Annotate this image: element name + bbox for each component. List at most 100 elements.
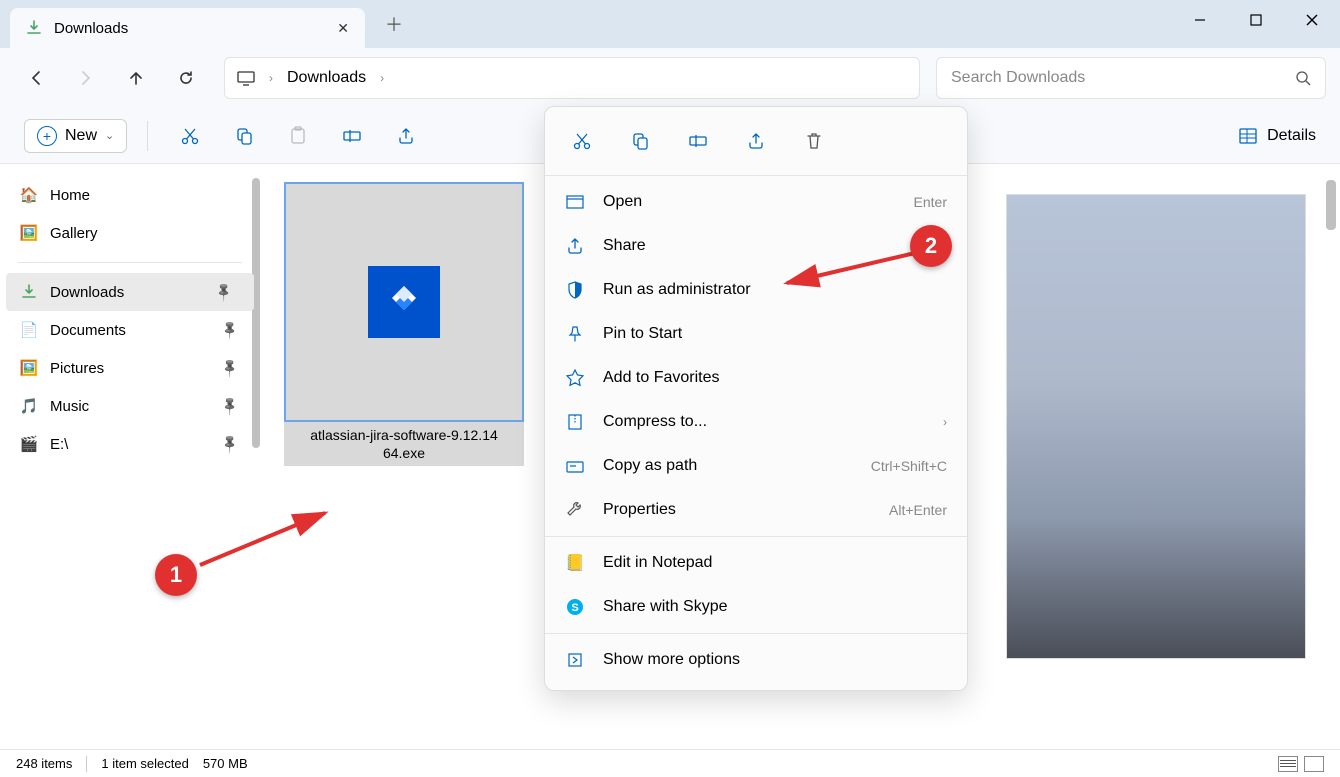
refresh-button[interactable] <box>164 56 208 100</box>
file-name: atlassian-jira-software-9.12.14 64.exe <box>284 422 524 466</box>
sidebar-item-music[interactable]: 🎵 Music <box>0 387 260 425</box>
cut-button[interactable] <box>168 116 212 156</box>
details-view-button[interactable]: Details <box>1239 127 1316 145</box>
pictures-icon: 🖼️ <box>20 359 38 377</box>
view-grid-button[interactable] <box>1304 756 1324 772</box>
breadcrumb-location[interactable]: Downloads <box>287 69 366 87</box>
status-items: 248 items <box>16 756 72 771</box>
preview-pane <box>1006 194 1306 659</box>
chevron-right-icon: › <box>269 71 273 85</box>
window-controls <box>1172 0 1340 40</box>
ctx-share[interactable]: Share <box>545 224 967 268</box>
share-button[interactable] <box>384 116 428 156</box>
up-button[interactable] <box>114 56 158 100</box>
ctx-notepad[interactable]: 📒 Edit in Notepad <box>545 541 967 585</box>
ctx-skype[interactable]: S Share with Skype <box>545 585 967 629</box>
copy-button[interactable] <box>222 116 266 156</box>
documents-icon: 📄 <box>20 321 38 339</box>
ctx-label: Edit in Notepad <box>603 554 712 572</box>
tab-downloads[interactable]: Downloads ✕ <box>10 8 365 48</box>
sidebar-item-pictures[interactable]: 🖼️ Pictures <box>0 349 260 387</box>
ctx-label: Pin to Start <box>603 325 682 343</box>
download-icon <box>26 20 42 36</box>
ctx-compress[interactable]: Compress to... › <box>545 400 967 444</box>
plus-icon: + <box>37 126 57 146</box>
sidebar-item-downloads[interactable]: Downloads <box>6 273 254 311</box>
sidebar-label: E:\ <box>50 436 68 453</box>
ctx-rename-button[interactable] <box>679 125 717 157</box>
ctx-copy-path[interactable]: Copy as path Ctrl+Shift+C <box>545 444 967 488</box>
sidebar-item-gallery[interactable]: 🖼️ Gallery <box>0 214 260 252</box>
ctx-more-options[interactable]: Show more options <box>545 638 967 682</box>
search-input[interactable]: Search Downloads <box>936 57 1326 99</box>
paste-button[interactable] <box>276 116 320 156</box>
ctx-label: Properties <box>603 501 676 519</box>
ctx-run-admin[interactable]: Run as administrator <box>545 268 967 312</box>
jira-icon <box>368 266 440 338</box>
details-icon <box>1239 128 1257 144</box>
ctx-cut-button[interactable] <box>563 125 601 157</box>
sidebar-item-home[interactable]: 🏠 Home <box>0 176 260 214</box>
maximize-button[interactable] <box>1228 0 1284 40</box>
status-bar: 248 items 1 item selected 570 MB <box>0 749 1340 777</box>
svg-text:S: S <box>571 602 578 614</box>
annotation-badge-1: 1 <box>155 554 197 596</box>
sidebar-label: Downloads <box>50 284 124 301</box>
sidebar-item-edrive[interactable]: 🎬 E:\ <box>0 425 260 463</box>
context-toolbar <box>545 115 967 171</box>
ctx-delete-button[interactable] <box>795 125 833 157</box>
chevron-down-icon: ⌄ <box>105 129 114 142</box>
tab-close-button[interactable]: ✕ <box>337 20 349 37</box>
copypath-icon <box>565 456 585 476</box>
ctx-label: Open <box>603 193 642 211</box>
chevron-right-icon: › <box>943 415 947 429</box>
annotation-badge-2: 2 <box>910 225 952 267</box>
tab-title: Downloads <box>54 20 325 37</box>
search-placeholder: Search Downloads <box>951 69 1085 87</box>
details-label: Details <box>1267 127 1316 145</box>
ctx-label: Compress to... <box>603 413 707 431</box>
music-icon: 🎵 <box>20 397 38 415</box>
ctx-properties[interactable]: Properties Alt+Enter <box>545 488 967 532</box>
titlebar: Downloads ✕ ＋ <box>0 0 1340 48</box>
pc-icon <box>237 70 255 86</box>
ctx-shortcut: Alt+Enter <box>889 502 947 518</box>
download-icon <box>20 283 38 301</box>
forward-button[interactable] <box>64 56 108 100</box>
ctx-favorites[interactable]: Add to Favorites <box>545 356 967 400</box>
close-button[interactable] <box>1284 0 1340 40</box>
chevron-right-icon: › <box>380 71 384 85</box>
ctx-label: Show more options <box>603 651 740 669</box>
pin-icon <box>565 324 585 344</box>
more-icon <box>565 650 585 670</box>
ctx-open[interactable]: Open Enter <box>545 180 967 224</box>
rename-button[interactable] <box>330 116 374 156</box>
back-button[interactable] <box>14 56 58 100</box>
content-scrollbar[interactable] <box>1326 180 1336 230</box>
ctx-label: Share with Skype <box>603 598 728 616</box>
new-button[interactable]: + New ⌄ <box>24 119 127 153</box>
ctx-copy-button[interactable] <box>621 125 659 157</box>
open-icon <box>565 192 585 212</box>
ctx-label: Run as administrator <box>603 281 751 299</box>
home-icon: 🏠 <box>20 186 38 204</box>
new-tab-button[interactable]: ＋ <box>385 11 403 37</box>
ctx-shortcut: Enter <box>914 194 947 210</box>
sidebar-item-documents[interactable]: 📄 Documents <box>0 311 260 349</box>
file-thumbnail <box>284 182 524 422</box>
search-icon <box>1295 70 1311 86</box>
file-item[interactable]: atlassian-jira-software-9.12.14 64.exe <box>284 182 524 466</box>
sidebar-label: Pictures <box>50 360 104 377</box>
address-bar[interactable]: › Downloads › <box>224 57 920 99</box>
view-list-button[interactable] <box>1278 756 1298 772</box>
ctx-pin-start[interactable]: Pin to Start <box>545 312 967 356</box>
ctx-share-button[interactable] <box>737 125 775 157</box>
gallery-icon: 🖼️ <box>20 224 38 242</box>
skype-icon: S <box>565 597 585 617</box>
sidebar-label: Documents <box>50 322 126 339</box>
compress-icon <box>565 412 585 432</box>
star-icon <box>565 368 585 388</box>
ctx-shortcut: Ctrl+Shift+C <box>871 458 947 474</box>
minimize-button[interactable] <box>1172 0 1228 40</box>
drive-icon: 🎬 <box>20 435 38 453</box>
